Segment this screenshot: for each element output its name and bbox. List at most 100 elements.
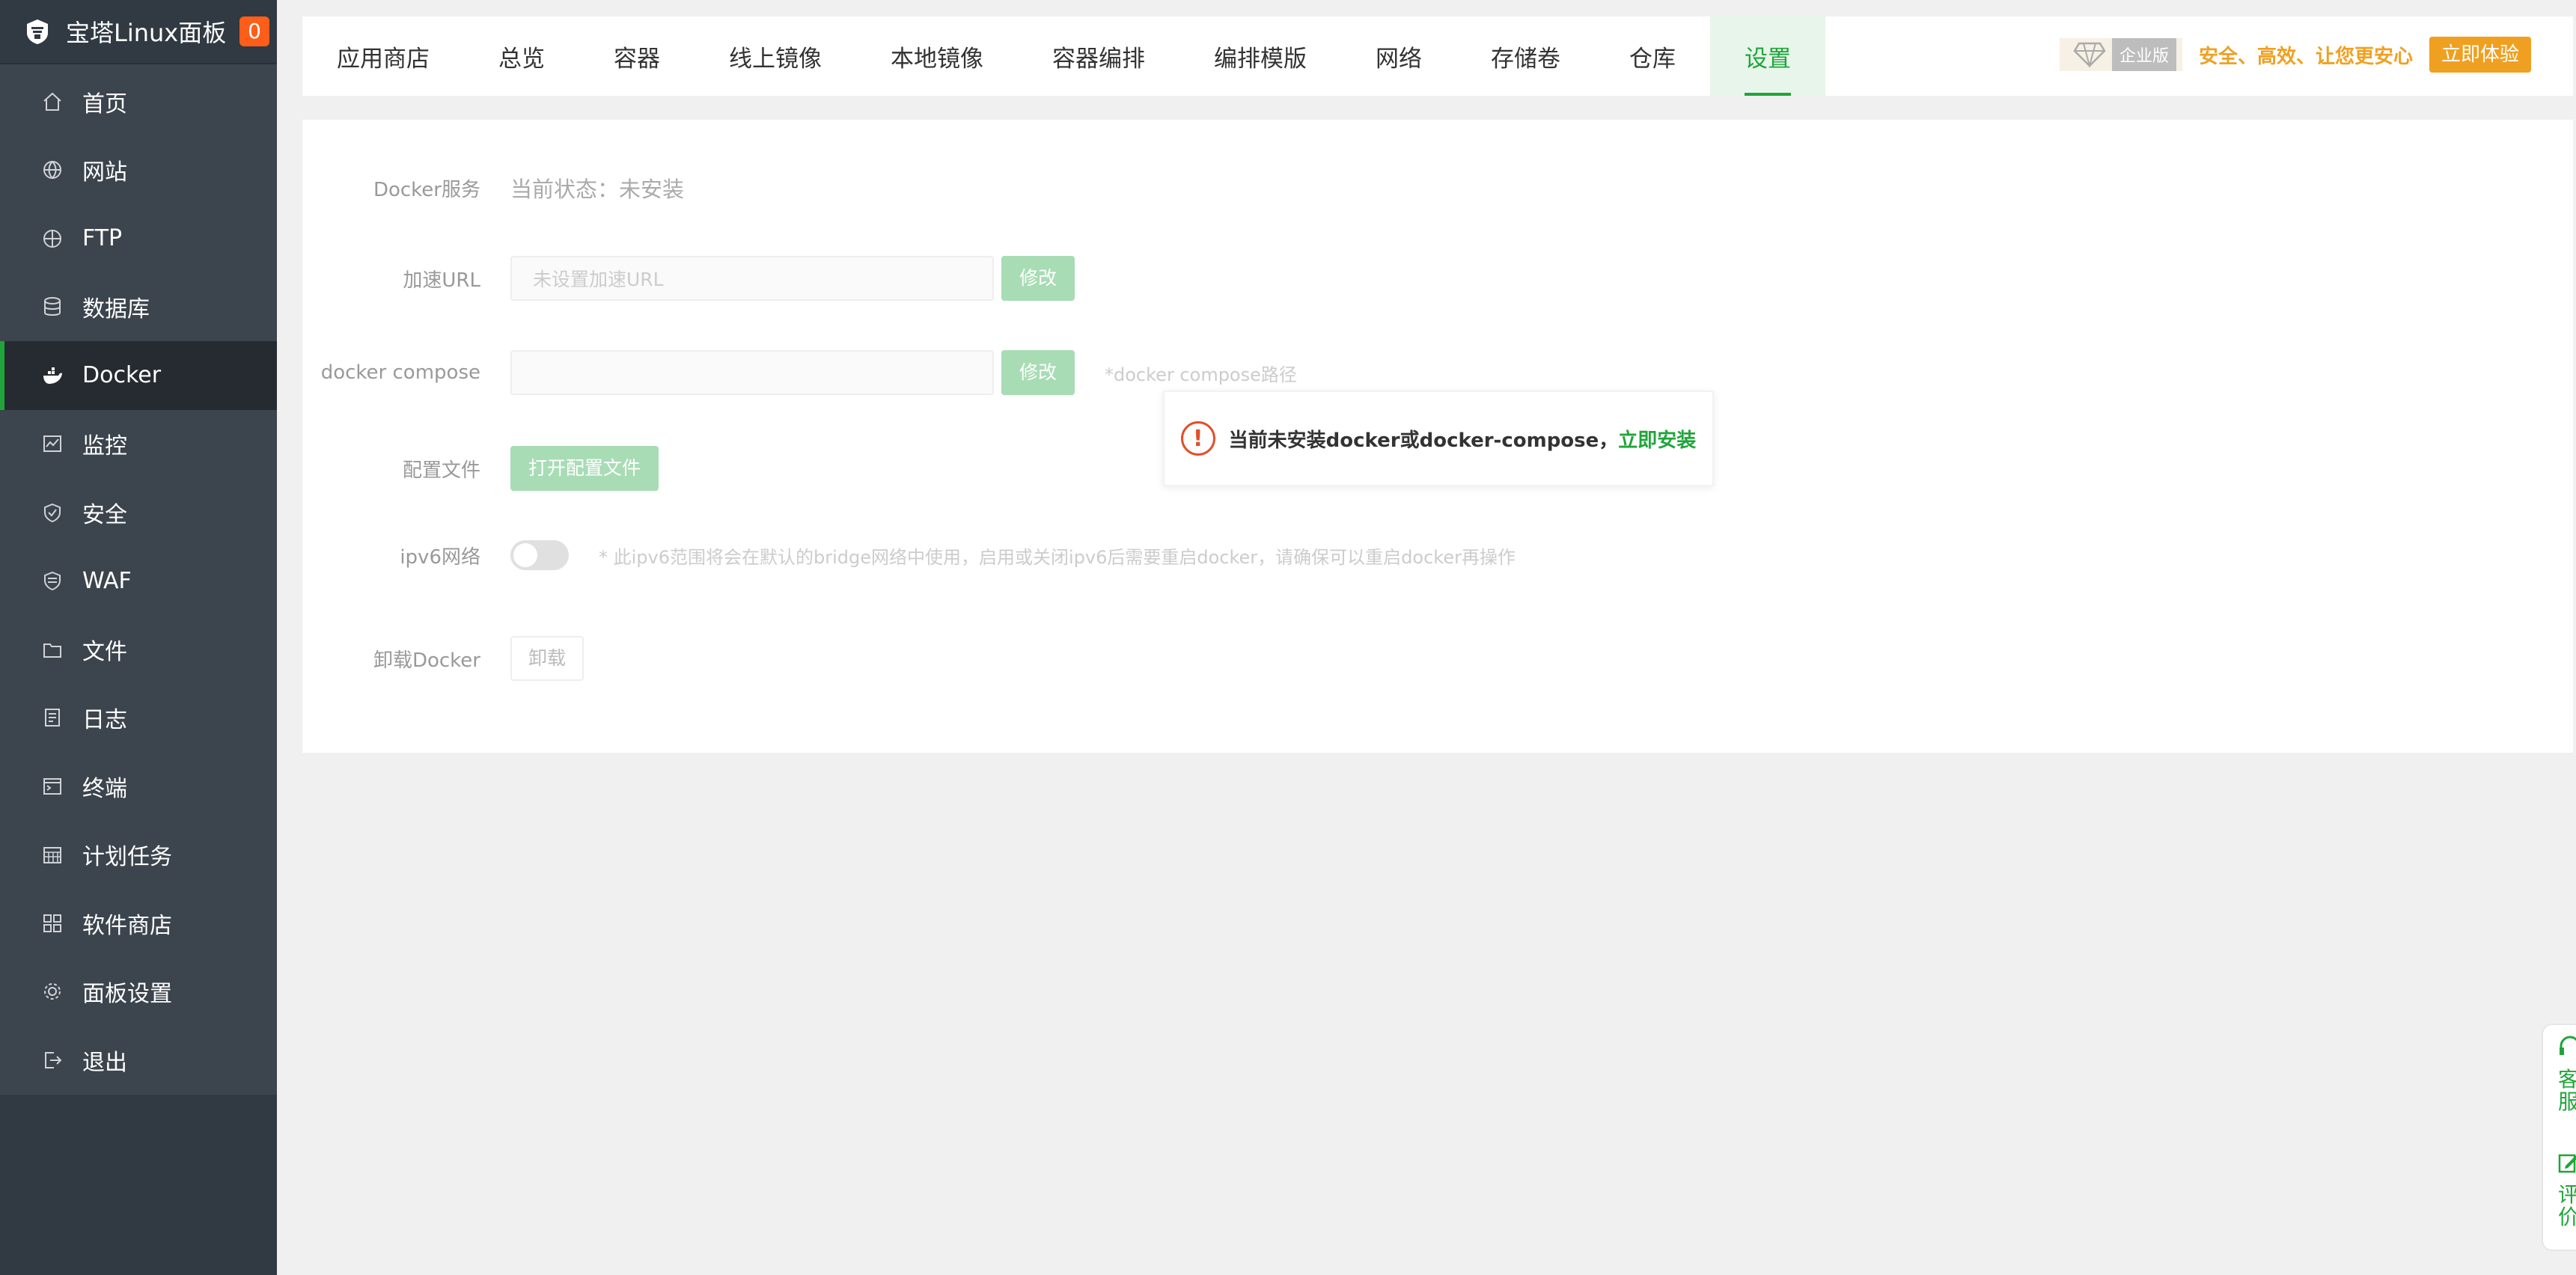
tab-8[interactable]: 存储卷 (1456, 16, 1595, 96)
tab-6[interactable]: 编排模版 (1179, 16, 1341, 96)
tab-1[interactable]: 总览 (464, 16, 579, 96)
tab-0[interactable]: 应用商店 (302, 16, 464, 96)
brand-name: 宝塔Linux面板 (66, 19, 227, 47)
compose-path-input[interactable] (510, 350, 994, 395)
edit-icon (2558, 1154, 2576, 1173)
uninstall-button[interactable]: 卸载 (510, 636, 585, 681)
notification-badge[interactable]: 0 (239, 16, 269, 46)
sidebar-item-2[interactable]: FTP (0, 204, 277, 273)
sidebar-item-13[interactable]: 面板设置 (0, 958, 277, 1027)
compose-row: docker compose 修改 *docker compose路径 (302, 350, 1297, 395)
review-button[interactable]: 评价 (2558, 1184, 2576, 1229)
tab-9[interactable]: 仓库 (1595, 16, 1710, 96)
tab-2[interactable]: 容器 (579, 16, 695, 96)
customer-service-button[interactable]: 客服 (2558, 1068, 2576, 1113)
tab-10[interactable]: 设置 (1710, 16, 1825, 96)
sidebar-item-11[interactable]: 计划任务 (0, 821, 277, 890)
sidebar-item-label: 首页 (82, 91, 127, 117)
monitor-icon (43, 435, 61, 453)
enterprise-ad: 企业版 安全、高效、让您更安心 立即体验 (2059, 37, 2531, 73)
docker-service-row: Docker服务 当前状态：未安装 (302, 172, 684, 204)
mirror-url-input[interactable]: 未设置加速URL (510, 256, 994, 301)
not-installed-notice: ! 当前未安装docker或docker-compose， 立即安装 (1163, 391, 1714, 486)
diamond-icon (2073, 42, 2106, 67)
sidebar: 宝塔Linux面板 0 首页网站 FTP 数据库 Docker 监控安全 WAF 文件日志终… (0, 0, 277, 1275)
sidebar-item-label: 日志 (82, 707, 127, 734)
sidebar-item-9[interactable]: 日志 (0, 684, 277, 753)
sidebar-item-label: FTP (82, 225, 123, 252)
sidebar-item-label: WAF (82, 567, 132, 594)
docker-status: 当前状态：未安装 (510, 177, 685, 202)
compose-edit-button[interactable]: 修改 (1001, 350, 1075, 395)
sidebar-nav: 首页网站 FTP 数据库 Docker 监控安全 WAF 文件日志终端计划任务软件商店面板设… (0, 64, 277, 1095)
sidebar-item-1[interactable]: 网站 (0, 136, 277, 205)
terminal-icon (43, 777, 61, 795)
waf-shield-icon (44, 572, 61, 591)
sidebar-item-label: 网站 (82, 159, 127, 186)
sidebar-item-12[interactable]: 软件商店 (0, 889, 277, 958)
install-now-link[interactable]: 立即安装 (1618, 425, 1696, 453)
sidebar-item-label: 文件 (82, 638, 127, 665)
sidebar-item-label: 软件商店 (82, 912, 172, 939)
logout-icon (45, 1051, 62, 1068)
ftp-globe-icon (43, 229, 61, 248)
sidebar-item-label: 面板设置 (82, 981, 172, 1008)
database-icon (44, 297, 61, 317)
mirror-edit-button[interactable]: 修改 (1001, 256, 1075, 301)
home-icon (43, 92, 61, 111)
tab-bar: 应用商店 总览 容器 线上镜像 本地镜像 容器编排 编排模版 网络 存储卷 仓库 设置 企业版 安全… (302, 16, 2573, 96)
tab-4[interactable]: 本地镜像 (856, 16, 1018, 96)
sidebar-item-label: 监控 (82, 433, 127, 460)
ipv6-toggle[interactable] (510, 540, 569, 570)
ipv6-hint: * 此ipv6范围将会在默认的bridge网络中使用，启用或关闭ipv6后需要重… (599, 546, 1516, 568)
sidebar-item-5[interactable]: 监控 (0, 410, 277, 479)
docker-icon (43, 367, 62, 384)
brand[interactable]: 宝塔Linux面板 0 (0, 0, 277, 64)
enterprise-badge: 企业版 (2059, 38, 2182, 71)
shield-icon (44, 503, 61, 522)
tab-3[interactable]: 线上镜像 (695, 16, 856, 96)
docker-service-label: Docker服务 (373, 178, 480, 201)
tab-7[interactable]: 网络 (1341, 16, 1456, 96)
notice-text: 当前未安装docker或docker-compose， (1228, 429, 1619, 452)
compose-hint: *docker compose路径 (1105, 364, 1297, 385)
try-now-button[interactable]: 立即体验 (2429, 37, 2531, 73)
compose-label: docker compose (320, 361, 480, 384)
uninstall-label: 卸载Docker (373, 649, 480, 672)
floating-toolbar: 客服 评价 (2542, 1024, 2576, 1251)
sidebar-item-14[interactable]: 退出 (0, 1026, 277, 1095)
sidebar-item-10[interactable]: 终端 (0, 752, 277, 821)
log-icon (45, 709, 60, 727)
config-row: 配置文件 打开配置文件 (302, 446, 659, 491)
config-label: 配置文件 (402, 459, 480, 482)
uninstall-row: 卸载Docker 卸载 (302, 636, 585, 681)
sidebar-item-label: Docker (82, 362, 162, 389)
mirror-label: 加速URL (403, 269, 480, 292)
sidebar-item-label: 安全 (82, 501, 127, 528)
sidebar-item-label: 退出 (82, 1049, 127, 1076)
sidebar-item-3[interactable]: 数据库 (0, 273, 277, 342)
calendar-icon (43, 847, 61, 864)
ad-slogan: 安全、高效、让您更安心 (2198, 45, 2413, 68)
warning-icon: ! (1180, 421, 1215, 456)
headset-icon (2560, 1036, 2576, 1055)
folder-icon (43, 643, 61, 658)
sidebar-item-label: 数据库 (82, 296, 150, 323)
logo-icon (27, 19, 48, 44)
grid-icon (43, 914, 61, 932)
ipv6-row: ipv6网络 * 此ipv6范围将会在默认的bridge网络中使用，启用或关闭i… (302, 540, 1516, 570)
mirror-row: 加速URL 未设置加速URL 修改 (302, 256, 1075, 301)
sidebar-item-8[interactable]: 文件 (0, 615, 277, 684)
sidebar-item-0[interactable]: 首页 (0, 67, 277, 136)
gear-icon (44, 983, 61, 1000)
tab-list: 应用商店 总览 容器 线上镜像 本地镜像 容器编排 编排模版 网络 存储卷 仓库 设置 (302, 16, 1825, 96)
tab-5[interactable]: 容器编排 (1018, 16, 1179, 96)
open-config-button[interactable]: 打开配置文件 (510, 446, 659, 491)
enterprise-label: 企业版 (2111, 38, 2176, 71)
ipv6-label: ipv6网络 (400, 545, 480, 569)
sidebar-item-4[interactable]: Docker (0, 341, 277, 410)
sidebar-item-label: 终端 (82, 775, 127, 802)
sidebar-item-6[interactable]: 安全 (0, 478, 277, 547)
sidebar-item-label: 计划任务 (82, 844, 172, 871)
sidebar-item-7[interactable]: WAF (0, 547, 277, 616)
